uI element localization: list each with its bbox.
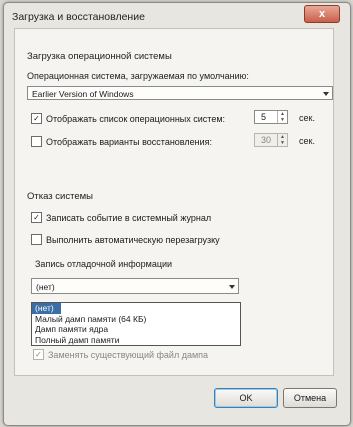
write-event-checkbox[interactable]: ✓ xyxy=(31,212,42,223)
seconds-unit-label: сек. xyxy=(299,113,315,123)
show-os-list-seconds-value: 5 xyxy=(261,112,267,122)
default-os-select[interactable]: Earlier Version of Windows xyxy=(27,86,333,100)
failure-group-title: Отказ системы xyxy=(27,191,93,202)
debug-option-full-dump[interactable]: Полный дамп памяти xyxy=(32,335,240,346)
show-recovery-label: Отображать варианты восстановления: xyxy=(46,136,213,147)
default-os-label: Операционная система, загружаемая по умо… xyxy=(27,71,249,81)
show-recovery-seconds-input[interactable]: 30 ▲ ▼ xyxy=(254,133,288,147)
show-recovery-row: Отображать варианты восстановления: xyxy=(31,136,212,147)
check-icon: ✓ xyxy=(33,114,40,123)
check-icon: ✓ xyxy=(35,350,42,359)
close-button[interactable]: x xyxy=(304,5,340,23)
spinner-arrows-icon[interactable]: ▲ ▼ xyxy=(277,134,287,146)
check-icon: ✓ xyxy=(33,213,40,222)
default-os-value: Earlier Version of Windows xyxy=(32,89,134,99)
chevron-down-icon xyxy=(323,92,329,96)
debug-option-small-dump[interactable]: Малый дамп памяти (64 КБ) xyxy=(32,314,240,325)
boot-group-title: Загрузка операционной системы xyxy=(27,51,172,62)
auto-restart-checkbox[interactable] xyxy=(31,234,42,245)
auto-restart-row: Выполнить автоматическую перезагрузку xyxy=(31,234,220,245)
close-icon: x xyxy=(318,8,326,20)
debug-info-select[interactable]: (нет) xyxy=(31,278,239,294)
seconds-unit-label-recovery: сек. xyxy=(299,136,315,146)
show-recovery-checkbox[interactable] xyxy=(31,136,42,147)
chevron-down-icon xyxy=(229,285,235,289)
show-os-list-label: Отображать список операционных систем: xyxy=(46,113,226,124)
debug-option-kernel-dump[interactable]: Дамп памяти ядра xyxy=(32,324,240,335)
ok-button-label: OK xyxy=(239,393,253,403)
debug-info-dropdown: (нет) Малый дамп памяти (64 КБ) Дамп пам… xyxy=(31,302,241,346)
cancel-button-label: Отмена xyxy=(293,393,327,403)
write-event-label: Записать событие в системный журнал xyxy=(46,212,212,223)
overwrite-label: Заменять существующий файл дампа xyxy=(48,349,209,360)
debug-info-label: Запись отладочной информации xyxy=(35,259,173,269)
ok-button[interactable]: OK xyxy=(214,388,278,408)
debug-option-none[interactable]: (нет) xyxy=(32,303,61,314)
debug-info-value: (нет) xyxy=(36,282,55,292)
spinner-arrows-icon[interactable]: ▲ ▼ xyxy=(277,111,287,123)
overwrite-checkbox[interactable]: ✓ xyxy=(33,349,44,360)
window-title: Загрузка и восстановление xyxy=(12,11,145,23)
show-os-list-checkbox[interactable]: ✓ xyxy=(31,113,42,124)
show-recovery-seconds-value: 30 xyxy=(261,135,272,145)
show-os-list-row: ✓ Отображать список операционных систем: xyxy=(31,113,225,124)
cancel-button[interactable]: Отмена xyxy=(283,388,337,408)
overwrite-row: ✓ Заменять существующий файл дампа xyxy=(33,349,208,360)
title-bar: Загрузка и восстановление x xyxy=(4,3,350,29)
write-event-row: ✓ Записать событие в системный журнал xyxy=(31,212,211,223)
auto-restart-label: Выполнить автоматическую перезагрузку xyxy=(46,234,220,245)
show-os-list-seconds-input[interactable]: 5 ▲ ▼ xyxy=(254,110,288,124)
